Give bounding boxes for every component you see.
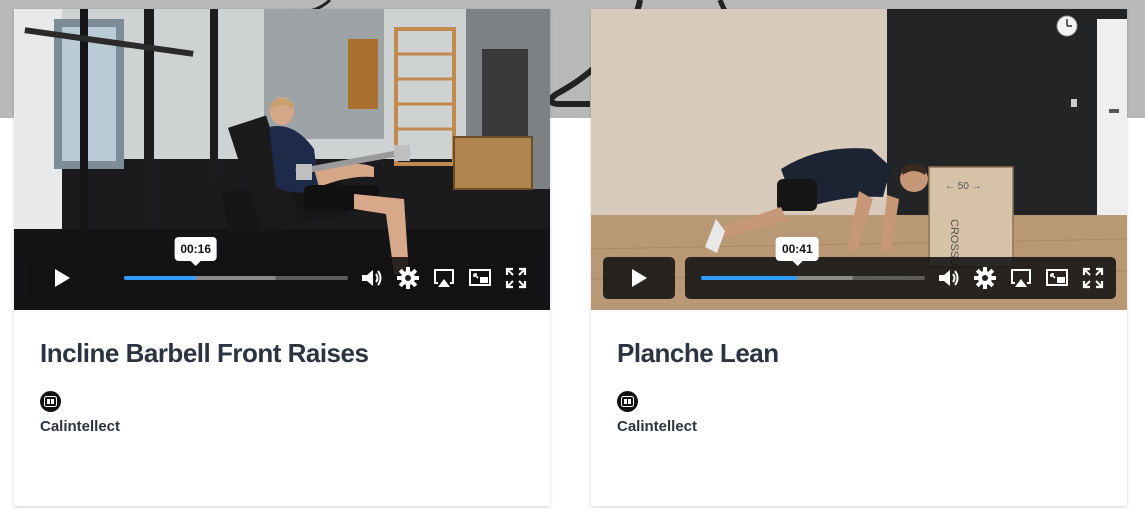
airplay-button[interactable] (432, 266, 456, 290)
fullscreen-icon (1082, 267, 1104, 289)
picture-in-picture-icon (1046, 269, 1068, 286)
settings-button[interactable] (396, 266, 420, 290)
progress-bar[interactable]: 00:16 (124, 237, 348, 280)
video-player[interactable]: ← 50 → CROSSUFE 00:41 (591, 9, 1127, 310)
gear-icon (974, 267, 996, 289)
progress-played (124, 276, 196, 280)
play-icon (55, 269, 70, 287)
progress-played (701, 276, 798, 280)
video-controls: 00:16 (108, 237, 539, 299)
fullscreen-button[interactable] (1081, 266, 1105, 290)
settings-button[interactable] (973, 266, 997, 290)
airplay-icon (434, 269, 454, 287)
pip-button[interactable] (1045, 266, 1069, 290)
airplay-icon (1011, 269, 1031, 287)
svg-text:← 50 →: ← 50 → (945, 181, 982, 192)
progress-bar[interactable]: 00:41 (701, 237, 925, 280)
picture-in-picture-icon (469, 269, 491, 286)
card-body: Planche Lean Calintellect (617, 336, 1101, 435)
exercise-title[interactable]: Incline Barbell Front Raises (40, 336, 524, 370)
volume-button[interactable] (937, 266, 961, 290)
video-controls: 00:41 (685, 237, 1116, 299)
exercise-card[interactable]: 00:16 Incline Barbell Front Raises Calin… (14, 9, 550, 506)
author-name[interactable]: Calintellect (617, 418, 697, 435)
fullscreen-button[interactable] (504, 266, 528, 290)
author-name[interactable]: Calintellect (40, 418, 120, 435)
author-logo-icon (621, 396, 634, 407)
author-avatar[interactable] (617, 391, 638, 412)
volume-button[interactable] (360, 266, 384, 290)
exercise-title[interactable]: Planche Lean (617, 336, 1101, 370)
author-avatar[interactable] (40, 391, 61, 412)
pip-button[interactable] (468, 266, 492, 290)
video-player[interactable]: 00:16 (14, 9, 550, 310)
gear-icon (397, 267, 419, 289)
fullscreen-icon (505, 267, 527, 289)
airplay-button[interactable] (1009, 266, 1033, 290)
volume-icon (939, 270, 959, 286)
exercise-card[interactable]: ← 50 → CROSSUFE 00:41 Planche Lean Calin… (591, 9, 1127, 506)
play-icon (632, 269, 647, 287)
play-button[interactable] (26, 257, 98, 299)
play-button[interactable] (603, 257, 675, 299)
current-time-tooltip: 00:16 (174, 237, 218, 266)
current-time-tooltip: 00:41 (775, 237, 819, 266)
volume-icon (362, 270, 382, 286)
author-logo-icon (44, 396, 57, 407)
card-body: Incline Barbell Front Raises Calintellec… (40, 336, 524, 435)
